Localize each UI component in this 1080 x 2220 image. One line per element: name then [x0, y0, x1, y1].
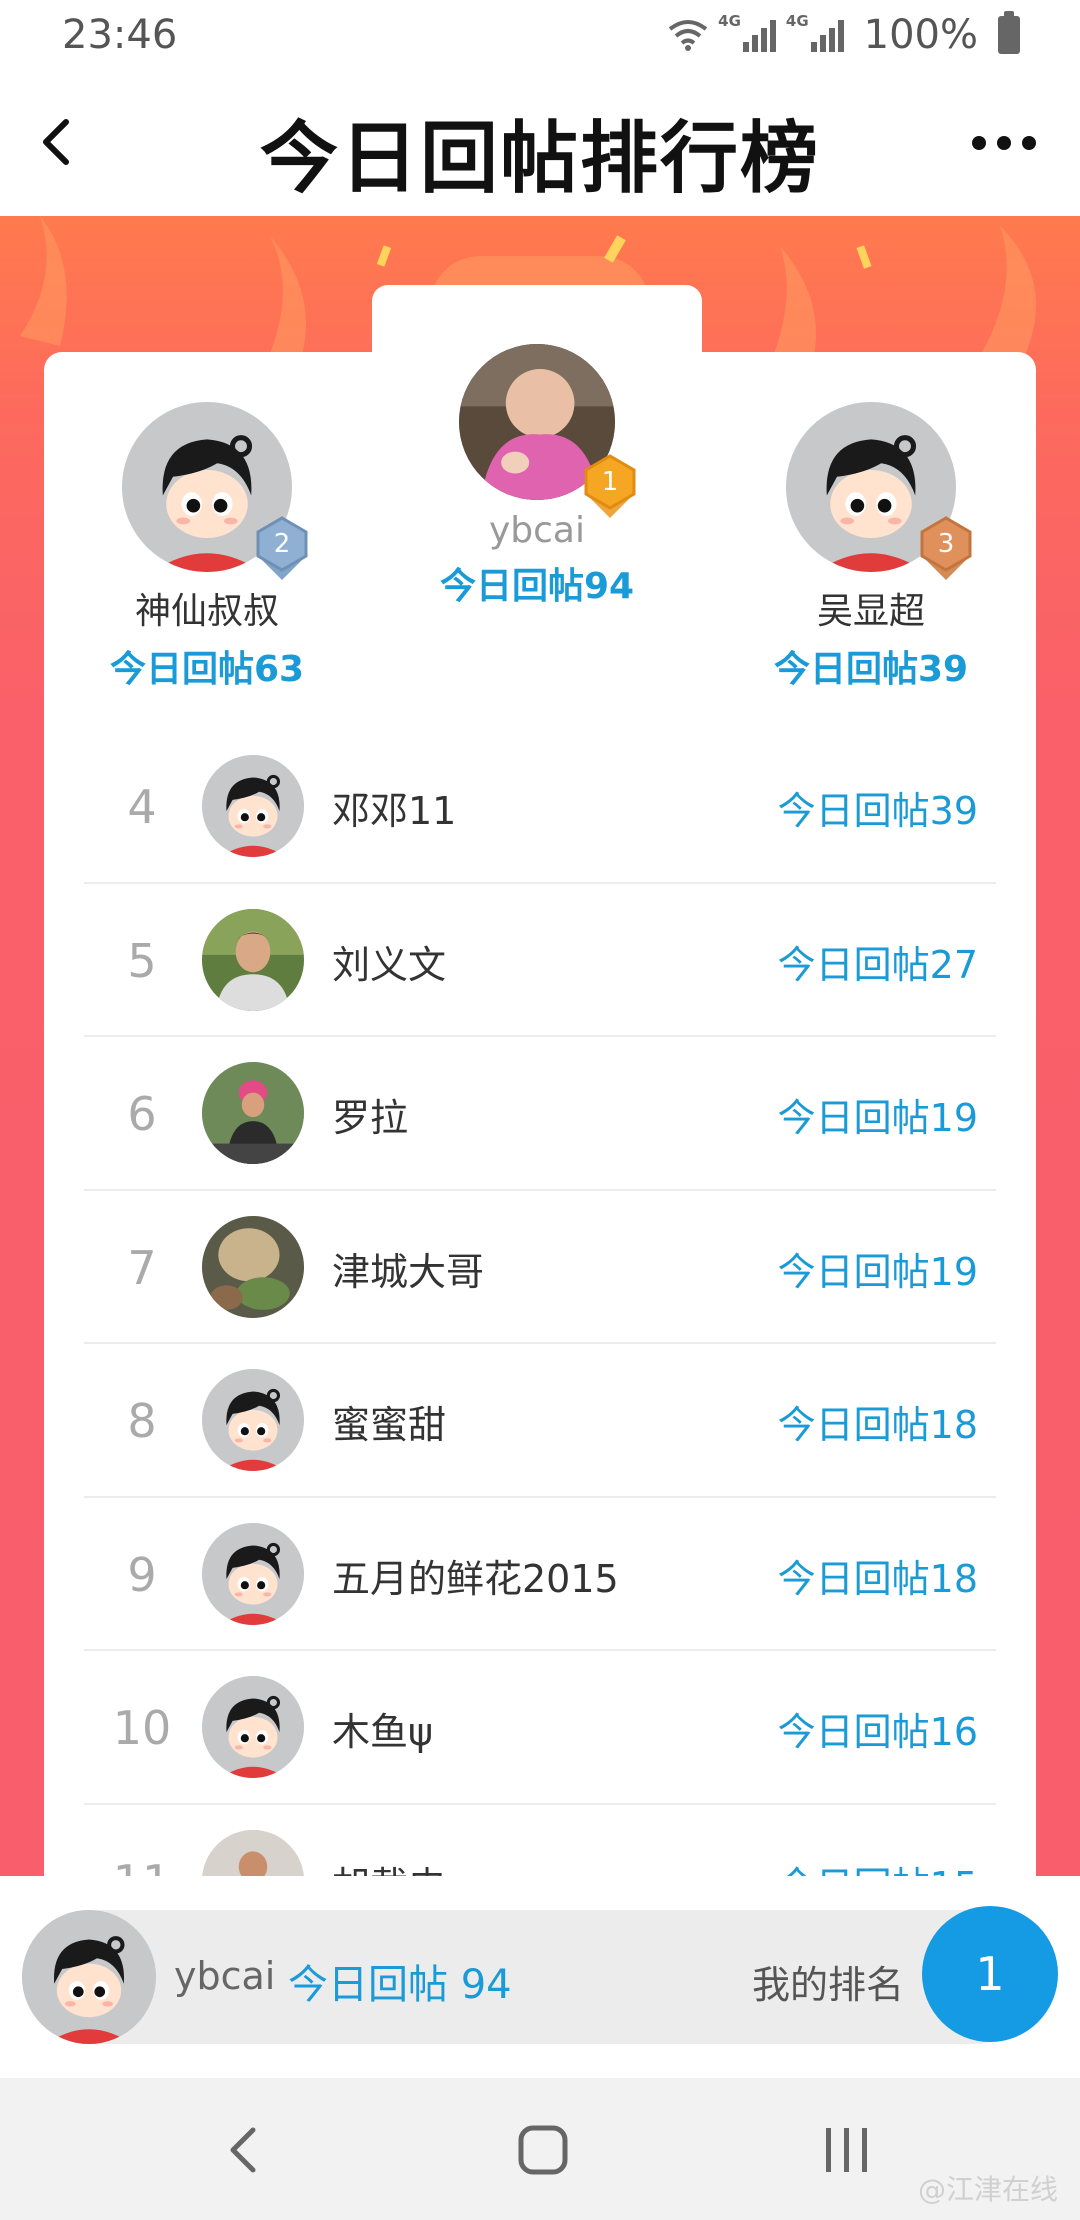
list-item[interactable]: 6 罗拉 今日回帖19: [84, 1037, 996, 1191]
avatar: [202, 1522, 304, 1625]
avatar: [202, 1829, 304, 1876]
reply-count: 今日回帖27: [777, 942, 978, 987]
user-name: 胡载史: [332, 1855, 446, 1877]
nav-recents-icon[interactable]: [808, 2120, 888, 2180]
list-item[interactable]: 8 蜜蜜甜 今日回帖18: [84, 1344, 996, 1498]
rank-number: 7: [127, 1240, 157, 1295]
my-rank-number: 1: [922, 1906, 1058, 2042]
rank-number: 10: [112, 1701, 172, 1755]
my-count: 今日回帖 94: [288, 1962, 512, 2008]
user-name: 津城大哥: [332, 1249, 485, 1294]
user-name: 罗拉: [332, 1096, 409, 1140]
reply-count: 今日回帖18: [777, 1403, 978, 1447]
list-item[interactable]: 9 五月的鲜花2015 今日回帖18: [84, 1498, 996, 1651]
rank-number: 9: [127, 1547, 157, 1602]
rank-number: 5: [127, 933, 157, 988]
system-nav-bar: @江津在线: [0, 2078, 1080, 2220]
nav-back-icon[interactable]: [205, 2120, 285, 2180]
avatar: [202, 755, 304, 857]
rank-number: 6: [127, 1087, 157, 1141]
avatar: [202, 1676, 304, 1778]
avatar: [202, 908, 304, 1011]
list-item[interactable]: 11 胡载史 今日回帖15: [84, 1805, 996, 1877]
reply-count: 今日回帖18: [777, 1556, 978, 1601]
reply-count: 今日回帖19: [777, 1249, 978, 1294]
watermark: @江津在线: [917, 2173, 1058, 2206]
nav-home-icon[interactable]: [505, 2120, 585, 2180]
reply-count: 今日回帖39: [777, 789, 978, 833]
list-item[interactable]: 5 刘义文 今日回帖27: [84, 884, 996, 1037]
my-name: ybcai: [174, 1954, 276, 1998]
user-name: 木鱼ψ: [332, 1710, 434, 1754]
avatar: [202, 1215, 304, 1318]
ranking-list-viewport: 4 邓邓11 今日回帖39 5 刘义文 今日回帖27 6 罗拉 今日回帖19 7: [0, 0, 1080, 1876]
user-name: 蜜蜜甜: [332, 1403, 447, 1447]
my-rank-section: ybcai 今日回帖 94 我的排名 1: [0, 1876, 1080, 2078]
list-item[interactable]: 4 邓邓11 今日回帖39: [84, 730, 996, 884]
rank-number: 8: [127, 1394, 157, 1448]
reply-count: 今日回帖15: [778, 1855, 978, 1877]
list-item[interactable]: 7 津城大哥 今日回帖19: [84, 1191, 996, 1344]
user-name: 邓邓11: [332, 789, 457, 833]
avatar: [202, 1369, 304, 1471]
list-item[interactable]: 10 木鱼ψ 今日回帖16: [84, 1651, 996, 1805]
user-name: 刘义文: [332, 942, 447, 987]
rank-number: 11: [84, 1855, 200, 1877]
reply-count: 今日回帖19: [777, 1096, 978, 1140]
my-avatar: [22, 1910, 156, 2044]
my-rank-label: 我的排名: [752, 1963, 905, 2007]
my-rank-bar[interactable]: ybcai 今日回帖 94 我的排名 1: [22, 1906, 1058, 2044]
reply-count: 今日回帖16: [777, 1710, 978, 1754]
ranking-list: 4 邓邓11 今日回帖39 5 刘义文 今日回帖27 6 罗拉 今日回帖19 7: [84, 730, 996, 1876]
rank-number: 4: [127, 780, 157, 834]
avatar: [202, 1062, 304, 1164]
user-name: 五月的鲜花2015: [332, 1556, 619, 1601]
